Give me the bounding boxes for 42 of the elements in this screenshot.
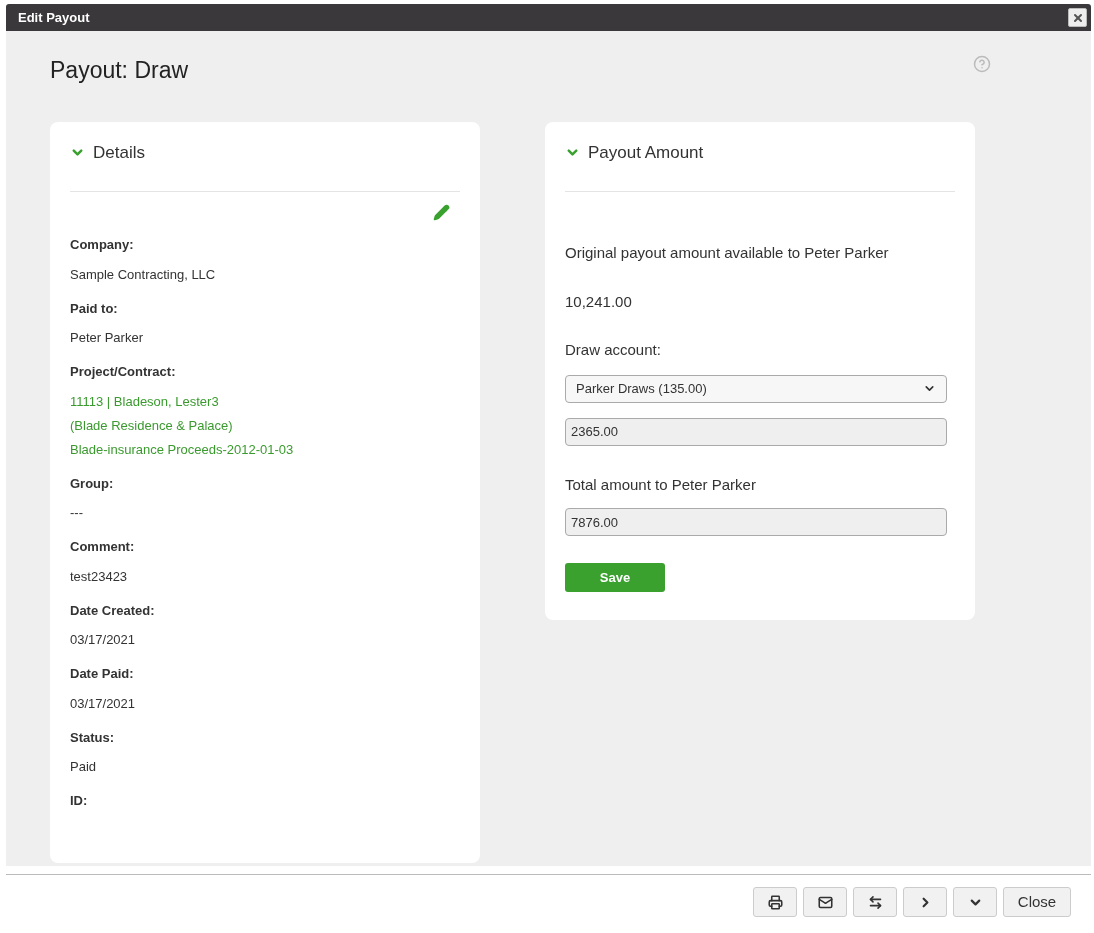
total-amount-label: Total amount to Peter Parker [565,474,757,495]
total-amount-field[interactable]: 7876.00 [565,508,947,536]
field-label: ID: [70,792,89,810]
section-heading: Payout Amount [588,141,704,164]
transfer-button[interactable] [853,887,897,917]
draw-account-label: Draw account: [565,340,662,360]
field-label: Company: [70,236,135,254]
field-label: Date Created: [70,601,156,620]
original-amount-value: 10,241.00 [565,291,633,312]
draw-account-select[interactable]: Parker Draws (135.00) [565,374,947,403]
dialog-title: Edit Payout [18,8,90,27]
close-button[interactable]: Close [1003,887,1071,917]
project-link[interactable]: 11113 | Bladeson, Lester3 [70,389,460,414]
close-button[interactable] [1068,8,1087,27]
field-label: Group: [70,474,115,493]
project-link[interactable]: Blade-insurance Proceeds-2012-01-03 [70,437,460,462]
field-label: Status: [70,728,116,747]
page-title: Payout: Draw [50,56,189,85]
field-value: test23423 [70,567,129,586]
close-icon [1071,11,1084,24]
field-value: Sample Contracting, LLC [70,265,217,284]
field-value: Paid [70,758,98,776]
next-button[interactable] [903,887,947,917]
printer-icon [767,894,783,910]
field-label: Paid to: [70,299,119,318]
field-label: Project/Contract: [70,363,177,381]
email-button[interactable] [803,887,847,917]
field-value: 03/17/2021 [70,631,137,649]
field-label: Comment: [70,538,136,556]
field-value: Peter Parker [70,329,144,347]
envelope-icon [817,894,833,910]
section-heading: Details [93,141,145,164]
pencil-icon[interactable] [433,204,450,221]
field-label: Date Paid: [70,665,135,683]
more-button[interactable] [953,887,997,917]
project-link[interactable]: (Blade Residence & Palace) [70,413,460,438]
field-value: 03/17/2021 [70,694,137,713]
draw-amount-field[interactable]: 2365.00 [565,417,947,446]
original-amount-label: Original payout amount available to Peter Parker [565,243,890,263]
field-value: --- [70,504,84,522]
print-button[interactable] [753,887,797,917]
swap-arrows-icon [867,894,883,910]
